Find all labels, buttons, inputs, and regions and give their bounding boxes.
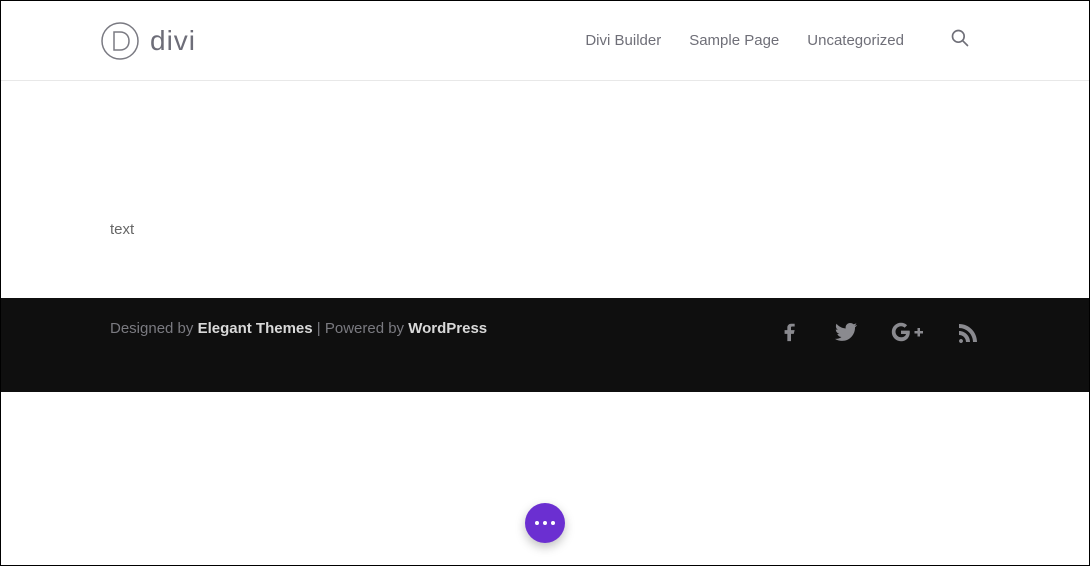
logo-text: divi <box>150 25 196 57</box>
floating-action-button[interactable] <box>525 503 565 543</box>
facebook-icon[interactable] <box>780 320 802 344</box>
footer-powered-prefix: Powered by <box>325 320 408 337</box>
footer-separator: | <box>313 320 325 337</box>
primary-nav: Divi Builder Sample Page Uncategorized <box>585 28 970 53</box>
footer-prefix: Designed by <box>110 320 198 337</box>
nav-item-uncategorized[interactable]: Uncategorized <box>807 32 904 49</box>
footer-credits: Designed by Elegant Themes | Powered by … <box>110 320 487 337</box>
footer-powered-link[interactable]: WordPress <box>408 320 487 337</box>
nav-item-sample-page[interactable]: Sample Page <box>689 32 779 49</box>
page-content: text <box>1 81 1089 298</box>
site-footer: Designed by Elegant Themes | Powered by … <box>1 298 1089 392</box>
divi-logo-icon <box>100 21 140 61</box>
site-header: divi Divi Builder Sample Page Uncategori… <box>1 1 1089 81</box>
body-text: text <box>110 221 980 238</box>
twitter-icon[interactable] <box>832 320 860 344</box>
footer-brand-link[interactable]: Elegant Themes <box>198 320 313 337</box>
search-icon[interactable] <box>950 28 970 53</box>
rss-icon[interactable] <box>954 320 980 344</box>
footer-social <box>780 320 980 344</box>
site-logo[interactable]: divi <box>100 21 196 61</box>
google-plus-icon[interactable] <box>890 320 924 344</box>
nav-item-divi-builder[interactable]: Divi Builder <box>585 32 661 49</box>
ellipsis-icon <box>535 521 555 525</box>
